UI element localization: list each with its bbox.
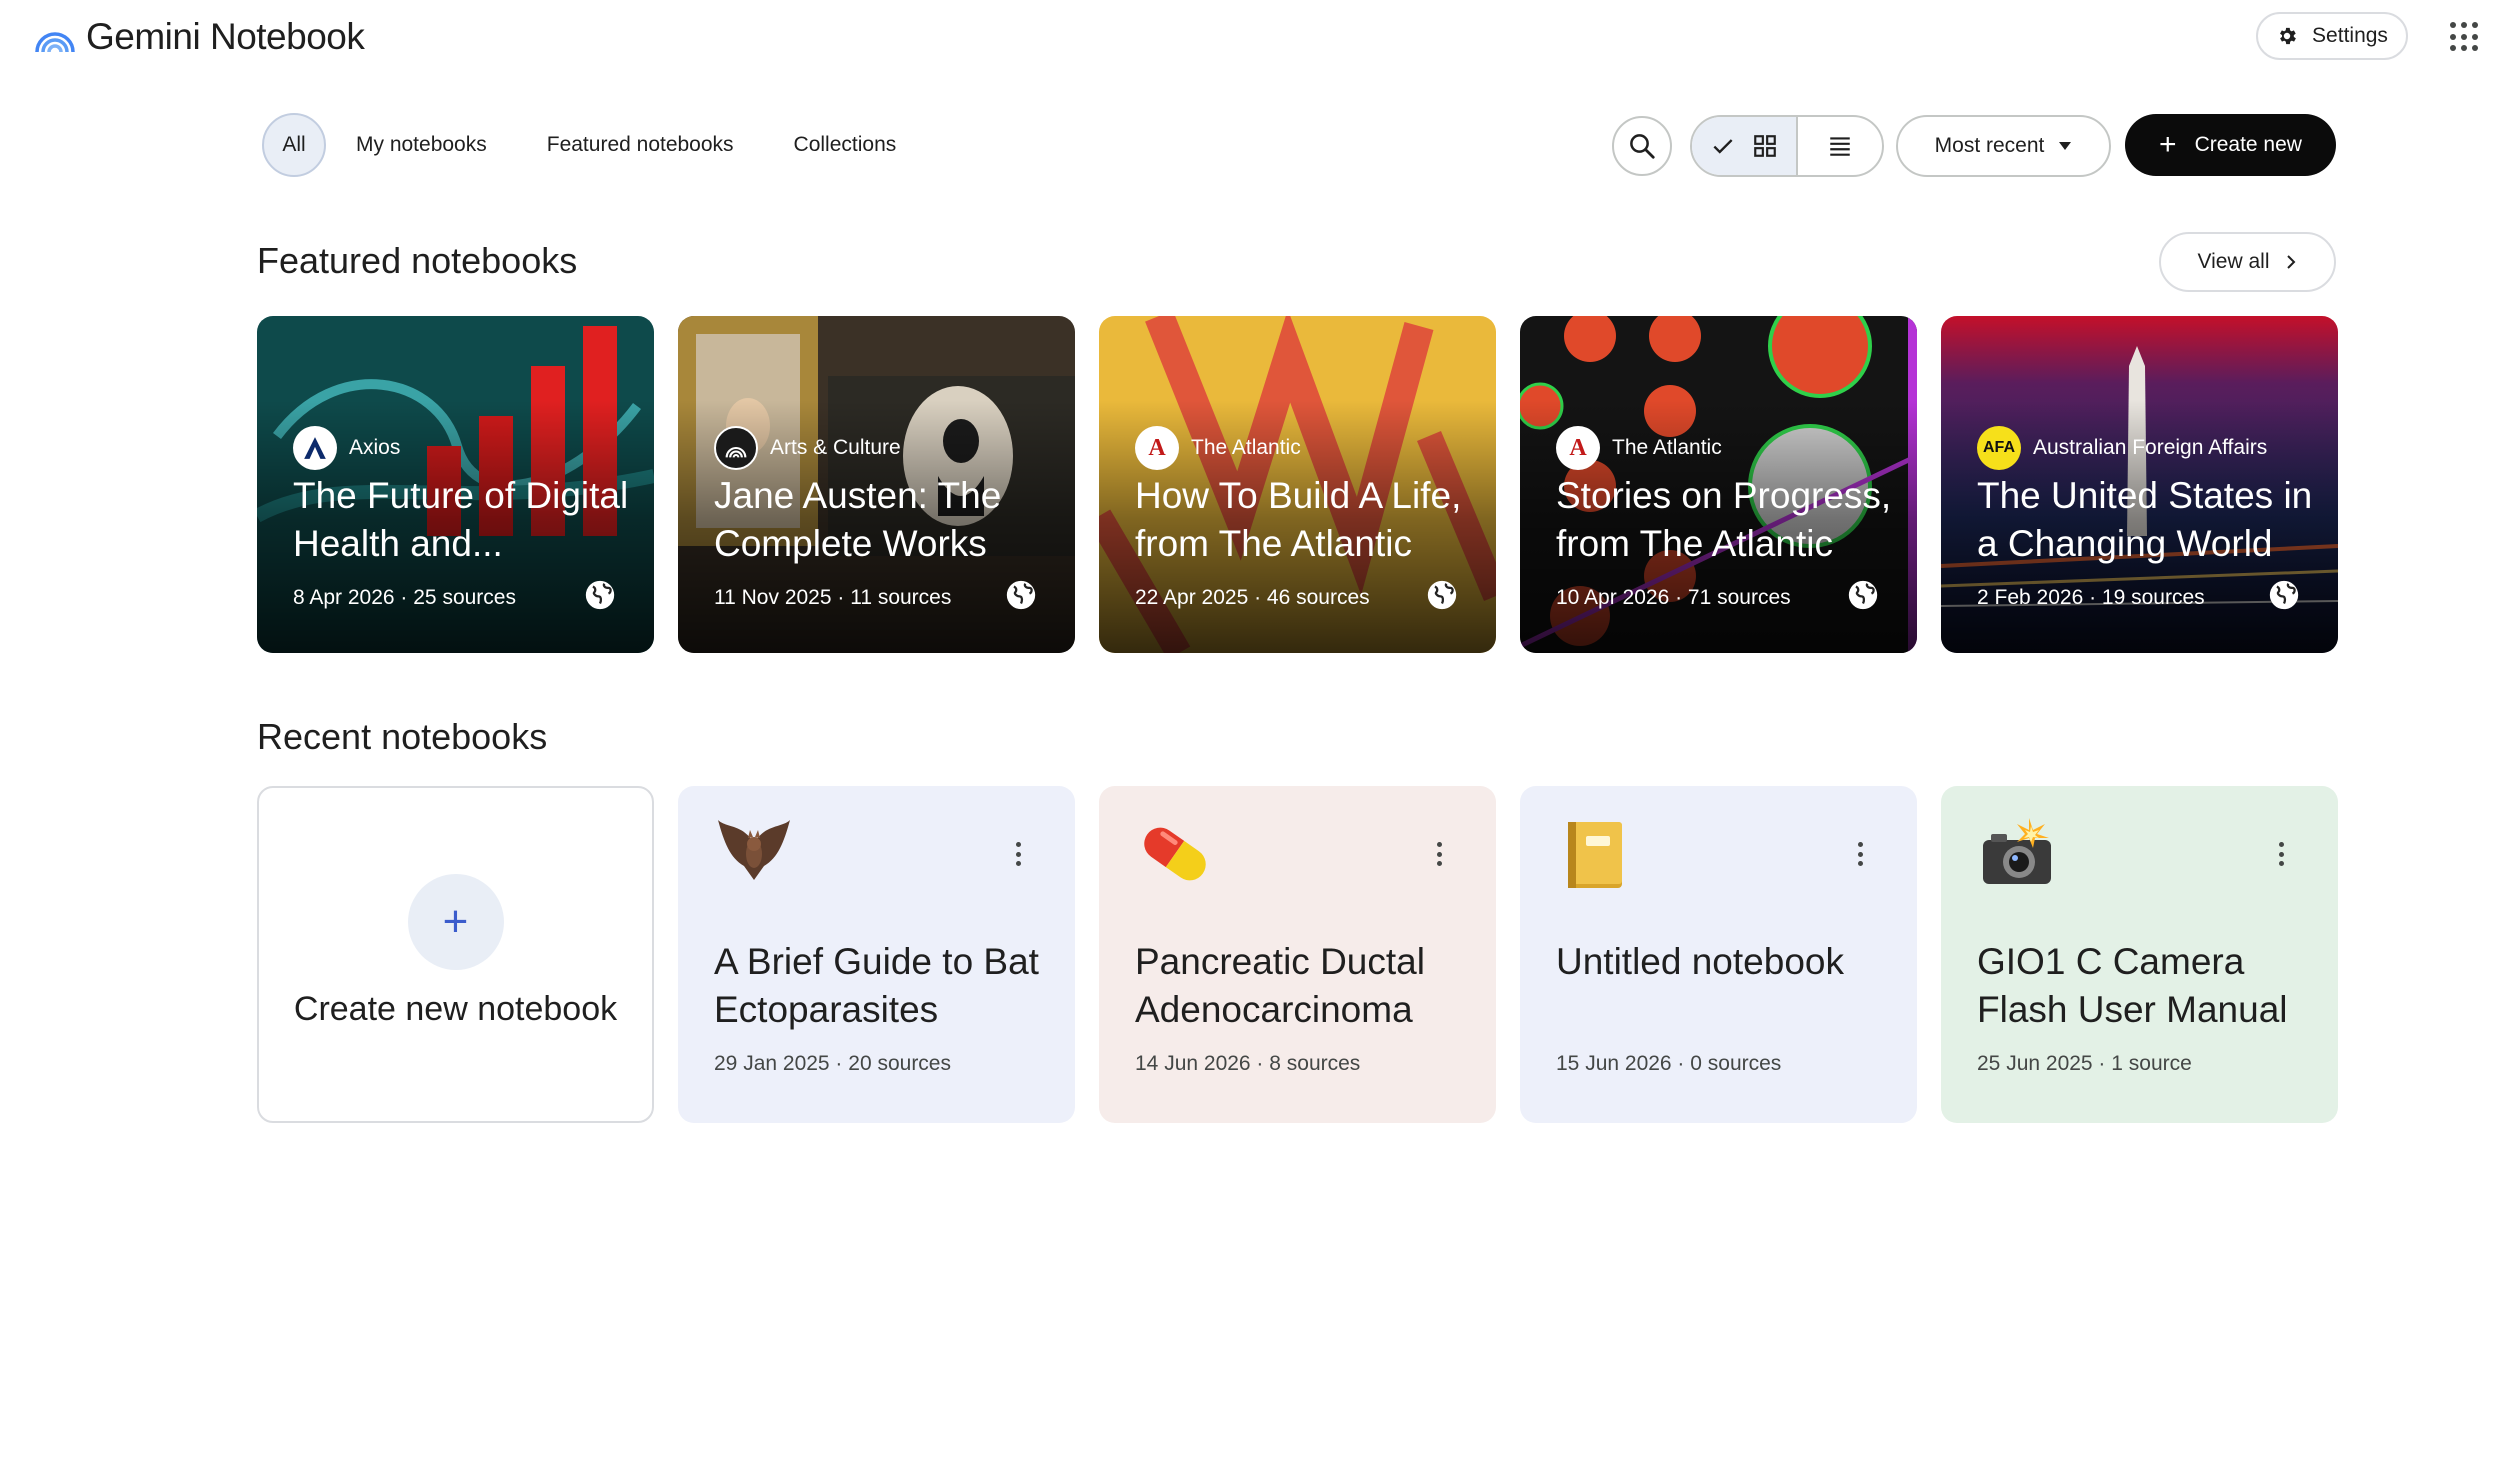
public-globe-icon [1006,580,1036,610]
sort-label: Most recent [1934,134,2045,157]
notebook-title: GIO1 C Camera Flash User Manual [1977,941,2288,1030]
bat-icon [718,820,790,880]
publisher: AFA Australian Foreign Affairs [1977,426,2267,470]
app-title: Gemini Notebook [86,16,365,57]
publisher-name: The Atlantic [1612,436,1722,459]
plus-icon: + [2159,128,2177,161]
public-globe-icon [1848,580,1878,610]
grid-view-button[interactable] [1692,117,1799,175]
chip-collections[interactable]: Collections [764,113,927,177]
publisher-name: Axios [349,436,401,459]
featured-notebooks-row: Axios The Future of Digital Health and..… [257,316,2338,653]
create-new-button[interactable]: + Create new [2125,114,2336,176]
create-new-label: Create new [2194,133,2302,156]
plus-icon: + [407,874,504,970]
publisher: A The Atlantic [1135,426,1301,470]
notebook-title: How To Build A Life, from The Atlantic [1135,475,1462,564]
create-new-notebook-label: Create new notebook [293,990,618,1028]
more-options-icon[interactable] [2277,842,2285,866]
notebook-meta: 25 Jun 2025 · 1 source [1977,1052,2192,1075]
afa-logo-icon: AFA [1977,426,2021,470]
featured-card[interactable]: Axios The Future of Digital Health and..… [257,316,654,653]
caret-down-icon [2059,142,2072,150]
search-button[interactable] [1612,116,1672,176]
arts-culture-logo-icon [714,426,758,470]
list-view-icon [1830,137,1850,156]
featured-card[interactable]: A The Atlantic How To Build A Life, from… [1099,316,1496,653]
publisher: Axios [293,426,400,470]
notebook-title: Jane Austen: The Complete Works [714,475,1002,564]
view-all-label: View all [2197,250,2270,273]
notebook-card[interactable]: GIO1 C Camera Flash User Manual 25 Jun 2… [1941,786,2338,1123]
notebook-meta: 8 Apr 2026 · 25 sources [293,586,516,609]
featured-section-title: Featured notebooks [257,240,578,281]
gemini-arc-icon [35,32,75,53]
notebook-card[interactable]: Pancreatic Ductal Adenocarcinoma 14 Jun … [1099,786,1496,1123]
sort-dropdown[interactable]: Most recent [1896,115,2111,177]
publisher-name: The Atlantic [1191,436,1301,459]
settings-button[interactable]: Settings [2256,12,2408,60]
pill-icon [1144,827,1206,881]
top-bar: Gemini Notebook Settings [0,0,2500,75]
recent-section-title: Recent notebooks [257,716,548,757]
view-mode-toggle [1690,115,1884,177]
featured-card[interactable]: A The Atlantic Stories on Progress, from… [1520,316,1917,653]
view-all-button[interactable]: View all [2159,232,2336,292]
list-view-button[interactable] [1798,117,1882,175]
more-options-icon[interactable] [1856,842,1864,866]
notebook-meta: 11 Nov 2025 · 11 sources [714,586,952,609]
notebook-title: The United States in a Changing World [1977,475,2313,564]
search-icon [1630,134,1655,159]
notebook-card[interactable]: Untitled notebook 15 Jun 2026 · 0 source… [1520,786,1917,1123]
notebook-title: The Future of Digital Health and... [293,475,629,564]
notebook-meta: 14 Jun 2026 · 8 sources [1135,1052,1361,1075]
atlantic-logo-icon: A [1556,426,1600,470]
gear-icon [2280,27,2296,45]
notebook-meta: 2 Feb 2026 · 19 sources [1977,586,2205,609]
check-icon [1713,139,1733,154]
chip-featured-notebooks[interactable]: Featured notebooks [517,113,764,177]
publisher-name: Australian Foreign Affairs [2033,436,2268,459]
apps-launcher-button[interactable] [2450,22,2480,52]
app-logo[interactable]: Gemini Notebook [34,16,365,58]
more-options-icon[interactable] [1014,842,1022,866]
create-new-notebook-card[interactable]: + Create new notebook [257,786,654,1123]
axios-logo-icon [293,426,337,470]
notebook-meta: 22 Apr 2025 · 46 sources [1135,586,1370,609]
atlantic-logo-icon: A [1135,426,1179,470]
notebook-meta: 10 Apr 2026 · 71 sources [1556,586,1791,609]
notebook-card[interactable]: A Brief Guide to Bat Ectoparasites 29 Ja… [678,786,1075,1123]
notebook-title: Pancreatic Ductal Adenocarcinoma [1135,941,1425,1030]
notebook-icon [1568,822,1622,888]
chip-my-notebooks[interactable]: My notebooks [326,113,517,177]
chevron-right-icon [2287,255,2296,269]
settings-label: Settings [2312,24,2388,47]
publisher: A The Atlantic [1556,426,1722,470]
public-globe-icon [2269,580,2299,610]
notebook-title: Stories on Progress, from The Atlantic [1556,475,1892,564]
notebook-meta: 29 Jan 2025 · 20 sources [714,1052,951,1075]
publisher-name: Arts & Culture [770,436,901,459]
camera-flash-icon [1983,818,2051,884]
notebook-title: A Brief Guide to Bat Ectoparasites [714,941,1039,1030]
recent-notebooks-row: + Create new notebook A Brief Guide to B… [257,786,2338,1123]
grid-view-icon [1754,135,1777,157]
chip-all[interactable]: All [262,113,326,177]
filter-chips: All My notebooks Featured notebooks Coll… [262,113,926,177]
public-globe-icon [1427,580,1457,610]
publisher: Arts & Culture [714,426,901,470]
featured-card[interactable]: Arts & Culture Jane Austen: The Complete… [678,316,1075,653]
notebook-title: Untitled notebook [1556,941,1844,982]
more-options-icon[interactable] [1435,842,1443,866]
public-globe-icon [585,580,615,610]
notebook-meta: 15 Jun 2026 · 0 sources [1556,1052,1782,1075]
featured-card[interactable]: AFA Australian Foreign Affairs The Unite… [1941,316,2338,653]
